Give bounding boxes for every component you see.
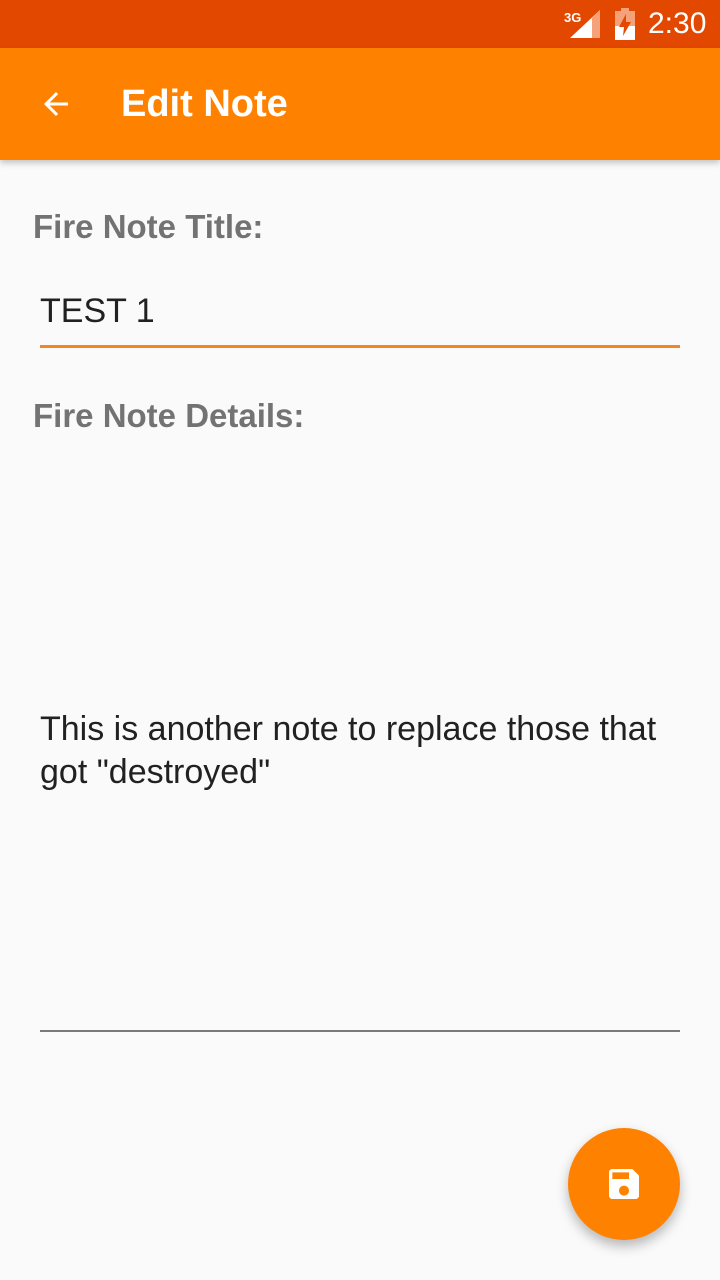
back-button[interactable]: [28, 78, 84, 130]
page-title: Edit Note: [121, 83, 288, 125]
edit-note-screen: 3G 2:30 Edit Note Fire Note Title: TEST …: [0, 0, 720, 1280]
clock: 2:30: [648, 7, 707, 40]
title-input-value: TEST 1: [40, 292, 155, 330]
save-button[interactable]: [568, 1128, 680, 1240]
details-input-value: This is another note to replace those th…: [40, 710, 657, 791]
arrow-back-icon: [44, 92, 68, 116]
save-icon: [609, 1169, 639, 1199]
title-input[interactable]: TEST 1: [40, 286, 680, 348]
battery-charging-icon: [615, 8, 635, 40]
signal-icon: [570, 10, 600, 38]
details-input[interactable]: This is another note to replace those th…: [40, 450, 680, 1032]
title-label: Fire Note Title:: [33, 208, 264, 245]
app-bar: Edit Note: [0, 48, 720, 160]
details-label: Fire Note Details:: [33, 397, 305, 434]
status-bar: 3G 2:30: [0, 0, 720, 48]
